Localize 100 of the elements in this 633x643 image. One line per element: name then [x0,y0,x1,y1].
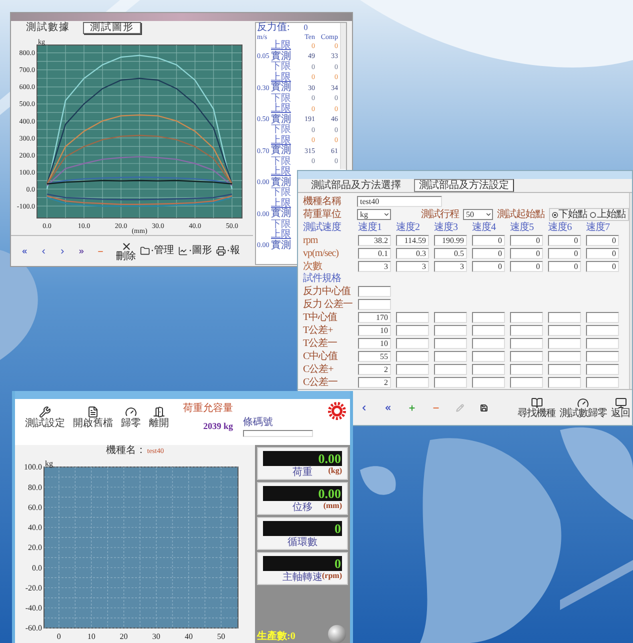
input-field[interactable]: 114.59 [396,235,429,246]
input-field[interactable] [548,312,581,323]
input-field[interactable] [472,338,505,349]
input-field[interactable] [434,325,467,336]
input-field[interactable] [434,377,467,388]
input-field[interactable] [472,325,505,336]
input-field[interactable] [358,286,391,297]
dropdown[interactable]: kg [357,209,391,220]
action-button[interactable]: 返回 [611,396,630,418]
right-icon[interactable] [59,248,66,254]
input-field[interactable]: 2 [358,364,391,375]
input-field[interactable] [434,351,467,362]
input-field[interactable]: 55 [358,351,391,362]
input-field[interactable]: 190.99 [434,235,467,246]
input-field[interactable] [510,351,543,362]
action-button[interactable]: 測試數歸零 [560,396,607,418]
input-field[interactable]: 0 [548,261,581,272]
row-label[interactable]: 上限 [271,41,291,52]
row-label[interactable]: 上限 [271,104,291,114]
double-left-icon[interactable] [384,404,392,412]
row-label[interactable]: 下限 [271,188,291,198]
toolbar-button[interactable]: 測試設定 [25,406,65,429]
input-field[interactable]: 3 [434,261,467,272]
input-field[interactable] [396,351,429,362]
input-field[interactable] [510,377,543,388]
input-field[interactable] [396,325,429,336]
input-field[interactable] [472,312,505,323]
input-field[interactable] [472,364,505,375]
dropdown[interactable]: 50 [463,209,493,220]
row-label[interactable]: 上限 [271,72,291,83]
input-field[interactable]: 0 [548,235,581,246]
input-field[interactable] [434,338,467,349]
input-field[interactable] [548,377,581,388]
scrollbar[interactable] [628,193,632,389]
input-field[interactable]: 0 [510,261,543,272]
row-label[interactable]: 上限 [271,136,291,146]
double-left-icon[interactable] [21,248,28,254]
input-field[interactable] [548,351,581,362]
input-field[interactable]: 10 [358,325,391,336]
tab[interactable]: 測試部品及方法設定 [414,179,514,192]
tool-button[interactable]: ‧管理 [140,246,174,256]
input-field[interactable] [510,338,543,349]
input-field[interactable]: 0.5 [434,248,467,259]
input-field[interactable] [586,312,619,323]
input-field[interactable] [586,338,619,349]
row-label[interactable]: 實測 [271,52,291,62]
input-field[interactable]: 0 [586,248,619,259]
toolbar-button[interactable]: 歸零 [121,406,141,429]
input-field[interactable] [434,312,467,323]
radio-button[interactable]: 上始點 [590,210,626,220]
input-field[interactable] [548,364,581,375]
input-field[interactable]: 0 [472,235,505,246]
input-field[interactable] [396,338,429,349]
input-field[interactable]: 0 [586,261,619,272]
input-field[interactable]: 0.3 [396,248,429,259]
input-field[interactable]: 3 [358,261,391,272]
tool-button[interactable]: ‧圖形 [178,246,212,256]
left-icon[interactable] [360,404,368,412]
plus-icon[interactable] [408,404,416,412]
input-field[interactable]: 0 [510,248,543,259]
input-field[interactable] [434,364,467,375]
input-field[interactable] [548,338,581,349]
input-field[interactable]: 0 [472,261,505,272]
input-field[interactable] [586,377,619,388]
scrollbar[interactable] [340,23,346,169]
double-right-icon[interactable] [78,248,85,254]
input-field[interactable] [586,364,619,375]
row-label[interactable]: 上限 [271,230,291,240]
input-field[interactable]: 0.1 [358,248,391,259]
input-field[interactable]: 0 [472,248,505,259]
input-field[interactable] [548,325,581,336]
row-label[interactable]: 下限 [271,220,291,230]
input-field[interactable] [586,351,619,362]
action-button[interactable]: 尋找機種 [518,396,556,418]
toolbar-button[interactable]: 開啟舊檔 [73,406,113,429]
input-field[interactable] [396,364,429,375]
tab[interactable]: 測試數據 [19,22,77,34]
input-field[interactable]: 0 [510,235,543,246]
input-field[interactable] [472,351,505,362]
input-field[interactable]: 38.2 [358,235,391,246]
row-label[interactable]: 上限 [271,198,291,209]
save-icon[interactable] [480,404,488,412]
input-field[interactable] [396,377,429,388]
row-label[interactable]: 下限 [271,94,291,104]
input-field[interactable] [510,325,543,336]
input-field[interactable] [472,377,505,388]
row-label[interactable]: 實測 [271,209,291,220]
row-label[interactable]: 下限 [271,125,291,136]
input-field[interactable] [586,325,619,336]
delete-button[interactable]: 刪除 [116,240,136,262]
input-field[interactable]: test40 [357,196,442,207]
row-label[interactable]: 實測 [271,83,291,94]
input-field[interactable]: 0 [548,248,581,259]
input-field[interactable]: 10 [358,338,391,349]
input-field[interactable] [396,312,429,323]
left-icon[interactable] [40,248,47,254]
row-label[interactable]: 實測 [271,240,291,251]
row-label[interactable]: 實測 [271,178,291,188]
row-label[interactable]: 下限 [271,156,291,167]
input-field[interactable] [510,364,543,375]
